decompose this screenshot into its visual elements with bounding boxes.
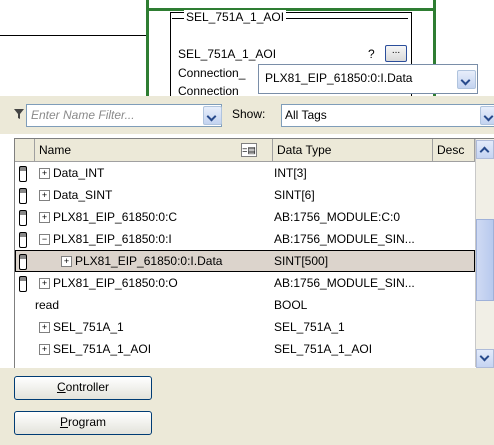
column-filter-icon[interactable]: =▤ xyxy=(241,143,257,157)
program-button[interactable]: Program xyxy=(14,411,152,435)
tag-data-type: SEL_751A_1_AOI xyxy=(274,342,373,356)
expand-icon[interactable]: + xyxy=(39,322,50,333)
tag-name: Data_SINT xyxy=(53,188,113,202)
tag-edit-value[interactable]: PLX81_EIP_61850:0:I.Data xyxy=(265,71,412,85)
tag-data-type: SINT[6] xyxy=(274,188,315,202)
show-scope-dropdown-icon[interactable] xyxy=(480,106,494,125)
tag-icon xyxy=(19,232,27,248)
aoi-connection-label: Connection_ xyxy=(178,66,246,80)
ladder-rail-left xyxy=(146,0,149,96)
tag-data-type: SEL_751A_1 xyxy=(274,320,345,334)
aoi-instance-label[interactable]: SEL_751A_1_AOI xyxy=(178,47,276,61)
show-label: Show: xyxy=(232,107,266,121)
tag-edit-combo[interactable]: PLX81_EIP_61850:0:I.Data xyxy=(258,64,478,94)
scroll-up-icon[interactable] xyxy=(476,140,494,159)
show-scope-select[interactable]: All Tags xyxy=(281,104,494,127)
tag-edit-dropdown-icon[interactable] xyxy=(457,70,476,89)
tag-icon xyxy=(19,276,27,292)
name-filter-placeholder: Enter Name Filter... xyxy=(31,108,135,122)
tag-grid[interactable]: Name =▤ Data Type Desc + Data_INT INT[3] + D… xyxy=(14,138,494,370)
table-row[interactable]: + Data_SINT SINT[6] xyxy=(15,184,475,206)
expand-icon[interactable]: + xyxy=(39,344,50,355)
table-row[interactable]: + Data_INT INT[3] xyxy=(15,162,475,184)
expand-icon[interactable]: + xyxy=(39,278,50,289)
column-header-desc[interactable]: Desc xyxy=(433,139,475,161)
table-row[interactable]: read BOOL xyxy=(15,294,475,316)
scroll-thumb[interactable] xyxy=(476,219,494,301)
tag-data-type: INT[3] xyxy=(274,166,307,180)
table-row[interactable]: − PLX81_EIP_61850:0:I AB:1756_MODULE_SIN..… xyxy=(15,228,475,250)
column-header-name[interactable] xyxy=(15,139,35,161)
expand-icon[interactable]: + xyxy=(39,212,50,223)
scroll-down-icon[interactable] xyxy=(476,349,494,368)
tag-data-type: AB:1756_MODULE_SIN... xyxy=(274,232,415,246)
rung-wire-left xyxy=(0,35,146,36)
tag-icon xyxy=(19,188,27,204)
tag-data-type: AB:1756_MODULE_SIN... xyxy=(274,276,415,290)
show-scope-value: All Tags xyxy=(285,108,327,122)
tag-icon xyxy=(19,254,27,270)
filter-icon xyxy=(14,108,24,122)
tag-name: PLX81_EIP_61850:0:I.Data xyxy=(75,254,223,268)
table-row[interactable]: + PLX81_EIP_61850:0:I.Data SINT[500] xyxy=(15,250,475,272)
tag-name: Data_INT xyxy=(53,166,105,180)
browse-button[interactable]: ... xyxy=(385,45,407,62)
tag-name: PLX81_EIP_61850:0:O xyxy=(53,276,178,290)
column-header-type[interactable]: Data Type xyxy=(273,139,433,161)
tag-name: read xyxy=(35,298,60,312)
tag-icon xyxy=(19,166,27,182)
collapse-icon[interactable]: − xyxy=(39,234,50,245)
tag-name: PLX81_EIP_61850:0:I xyxy=(53,232,172,246)
table-row[interactable]: + SEL_751A_1 SEL_751A_1 xyxy=(15,316,475,338)
tag-name: SEL_751A_1 xyxy=(53,320,124,334)
tag-data-type: BOOL xyxy=(274,298,308,312)
table-row[interactable]: + PLX81_EIP_61850:0:C AB:1756_MODULE:C:0 xyxy=(15,206,475,228)
controller-button[interactable]: Controller xyxy=(14,376,152,400)
aoi-value-question: ? xyxy=(368,47,375,61)
tag-name: PLX81_EIP_61850:0:C xyxy=(53,210,178,224)
expand-icon[interactable]: + xyxy=(61,256,72,267)
expand-icon[interactable]: + xyxy=(39,168,50,179)
column-header-name-label[interactable]: Name xyxy=(35,139,273,161)
tag-data-type: SINT[500] xyxy=(274,254,329,268)
program-button-label: Program xyxy=(59,415,107,429)
expand-icon[interactable]: + xyxy=(39,190,50,201)
controller-button-label: Controller xyxy=(56,380,110,394)
table-row[interactable]: + SEL_751A_1_AOI SEL_751A_1_AOI xyxy=(15,338,475,360)
name-filter-dropdown-icon[interactable] xyxy=(203,106,222,125)
tag-data-type: AB:1756_MODULE:C:0 xyxy=(274,210,401,224)
grid-header: Name =▤ Data Type Desc xyxy=(15,139,494,162)
name-filter-input[interactable]: Enter Name Filter... xyxy=(26,104,222,127)
tag-name: SEL_751A_1_AOI xyxy=(53,342,152,356)
table-row[interactable]: + PLX81_EIP_61850:0:O AB:1756_MODULE_SIN..… xyxy=(15,272,475,294)
aoi-title: SEL_751A_1_AOI xyxy=(184,10,287,24)
tag-icon xyxy=(19,210,27,226)
